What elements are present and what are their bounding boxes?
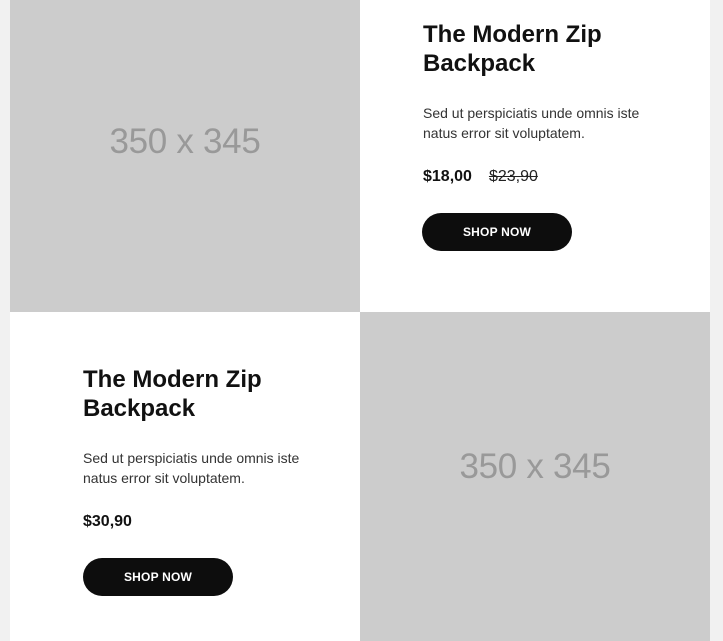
product-description: Sed ut perspiciatis unde omnis iste natu…	[83, 450, 300, 486]
shop-now-button[interactable]: SHOP NOW	[83, 558, 233, 596]
product-card: The Modern Zip Backpack Sed ut perspicia…	[360, 0, 710, 312]
product-card: The Modern Zip Backpack Sed ut perspicia…	[10, 312, 360, 641]
product-title: The Modern Zip Backpack	[423, 21, 602, 77]
image-placeholder-label: 350 x 345	[459, 446, 611, 486]
product-old-price: $23,90	[488, 168, 538, 185]
product-price: $18,00	[423, 168, 472, 185]
product-price: $30,90	[83, 513, 132, 530]
product-image-placeholder: 350 x 345	[10, 0, 360, 312]
product-description: Sed ut perspiciatis unde omnis iste natu…	[423, 105, 640, 141]
image-placeholder-label: 350 x 345	[109, 122, 261, 161]
price-row: $18,00 $23,90	[423, 167, 538, 187]
shop-now-button[interactable]: SHOP NOW	[422, 213, 572, 251]
price-row: $30,90	[83, 512, 132, 532]
product-title: The Modern Zip Backpack	[83, 366, 262, 422]
email-container: 350 x 345 The Modern Zip Backpack Sed ut…	[10, 0, 710, 641]
product-image-placeholder: 350 x 345	[360, 312, 710, 641]
